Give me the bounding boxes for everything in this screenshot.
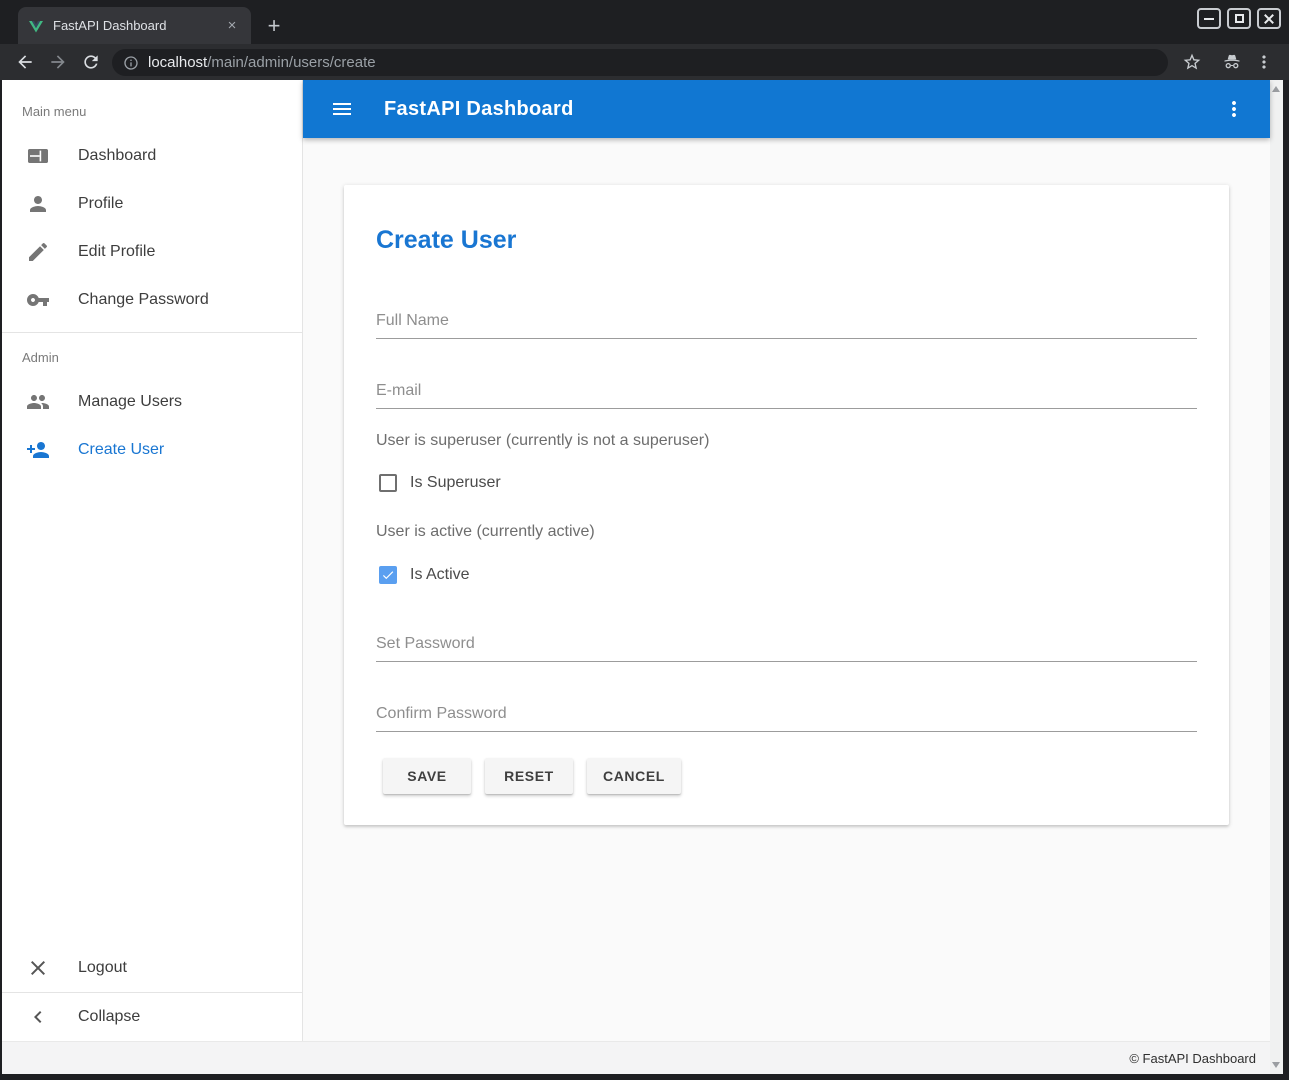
new-tab-button[interactable]: +: [261, 13, 287, 39]
save-button[interactable]: SAVE: [383, 758, 471, 794]
sidebar-item-label: Dashboard: [78, 147, 156, 165]
cancel-button[interactable]: CANCEL: [587, 758, 681, 794]
page-content: Main menu Dashboard Profile E: [2, 80, 1283, 1074]
sidebar-section-admin: Admin: [2, 333, 302, 378]
app-bar: FastAPI Dashboard: [303, 80, 1270, 138]
window-controls: [1197, 8, 1281, 29]
pencil-icon: [26, 240, 50, 264]
dashboard-icon: [26, 144, 50, 168]
sidebar-item-collapse[interactable]: Collapse: [2, 993, 302, 1041]
tab-close-icon[interactable]: ×: [223, 17, 241, 35]
sidebar-item-edit-profile[interactable]: Edit Profile: [2, 228, 302, 276]
page-scrollbar[interactable]: [1270, 80, 1283, 1074]
superuser-checkbox-label: Is Superuser: [410, 474, 501, 492]
superuser-hint: User is superuser (currently is not a su…: [376, 432, 1197, 450]
page-footer: © FastAPI Dashboard: [2, 1041, 1270, 1074]
window-maximize-button[interactable]: [1227, 8, 1251, 29]
active-hint: User is active (currently active): [376, 523, 1197, 541]
sidebar-item-manage-users[interactable]: Manage Users: [2, 378, 302, 426]
email-input[interactable]: [376, 382, 1197, 400]
active-checkbox-label: Is Active: [410, 566, 470, 584]
sidebar-spacer: [2, 474, 302, 944]
browser-window: FastAPI Dashboard × + localhost/main/adm…: [0, 0, 1289, 1080]
set-password-input[interactable]: [376, 635, 1197, 653]
reset-button[interactable]: RESET: [485, 758, 573, 794]
copyright-text: © FastAPI Dashboard: [1129, 1051, 1256, 1066]
full-name-field: [376, 312, 1197, 339]
check-icon: [381, 568, 395, 582]
browser-menu-kebab-icon[interactable]: [1254, 52, 1274, 72]
confirm-password-field: [376, 705, 1197, 732]
sidebar-item-label: Collapse: [78, 1008, 140, 1026]
create-user-card: Create User User is superuser (currently…: [344, 185, 1229, 825]
sidebar-item-label: Change Password: [78, 291, 209, 309]
sidebar-item-label: Logout: [78, 959, 127, 977]
reload-icon[interactable]: [81, 52, 101, 72]
scroll-up-icon[interactable]: [1272, 86, 1280, 92]
browser-tab[interactable]: FastAPI Dashboard ×: [18, 7, 251, 44]
app-title: FastAPI Dashboard: [384, 98, 574, 121]
close-x-icon: [26, 956, 50, 980]
set-password-field: [376, 635, 1197, 662]
browser-tab-bar: FastAPI Dashboard × +: [0, 0, 1289, 44]
bookmark-star-icon[interactable]: [1182, 52, 1202, 72]
email-field: [376, 382, 1197, 409]
sidebar: Main menu Dashboard Profile E: [2, 80, 303, 1041]
full-name-input[interactable]: [376, 312, 1197, 330]
sidebar-item-label: Edit Profile: [78, 243, 155, 261]
sidebar-item-profile[interactable]: Profile: [2, 180, 302, 228]
main-area: FastAPI Dashboard Create User User is su…: [303, 80, 1270, 1041]
active-checkbox[interactable]: [379, 566, 397, 584]
app-menu-kebab-icon[interactable]: [1222, 97, 1246, 121]
page-title: Create User: [376, 185, 1197, 255]
forward-icon[interactable]: [48, 52, 68, 72]
window-close-button[interactable]: [1257, 8, 1281, 29]
close-icon: [1264, 14, 1274, 24]
confirm-password-input[interactable]: [376, 705, 1197, 723]
chevron-left-icon: [26, 1005, 50, 1029]
window-minimize-button[interactable]: [1197, 8, 1221, 29]
sidebar-item-create-user[interactable]: Create User: [2, 426, 302, 474]
browser-toolbar: localhost/main/admin/users/create: [0, 44, 1289, 80]
sidebar-item-label: Create User: [78, 441, 164, 459]
minimize-icon: [1204, 18, 1214, 20]
hamburger-menu-icon[interactable]: [330, 97, 354, 121]
person-add-icon: [26, 438, 50, 462]
sidebar-item-logout[interactable]: Logout: [2, 944, 302, 992]
maximize-icon: [1235, 14, 1244, 23]
vue-logo-icon: [28, 18, 44, 34]
tab-title: FastAPI Dashboard: [53, 18, 223, 33]
active-checkbox-row: Is Active: [376, 566, 1197, 584]
sidebar-section-main-menu: Main menu: [2, 80, 302, 132]
person-icon: [26, 192, 50, 216]
sidebar-item-label: Profile: [78, 195, 123, 213]
url-host: localhost: [148, 54, 207, 71]
sidebar-item-label: Manage Users: [78, 393, 182, 411]
sidebar-item-dashboard[interactable]: Dashboard: [2, 132, 302, 180]
back-icon[interactable]: [15, 52, 35, 72]
sidebar-item-change-password[interactable]: Change Password: [2, 276, 302, 324]
form-actions: SAVE RESET CANCEL: [376, 758, 1197, 794]
superuser-checkbox-row: Is Superuser: [376, 474, 1197, 492]
people-icon: [26, 390, 50, 414]
key-icon: [26, 288, 50, 312]
superuser-checkbox[interactable]: [379, 474, 397, 492]
site-info-icon[interactable]: [123, 55, 139, 71]
incognito-icon: [1222, 52, 1242, 72]
scroll-down-icon[interactable]: [1272, 1062, 1280, 1068]
url-path: /main/admin/users/create: [207, 54, 375, 71]
url-bar[interactable]: localhost/main/admin/users/create: [112, 49, 1168, 76]
